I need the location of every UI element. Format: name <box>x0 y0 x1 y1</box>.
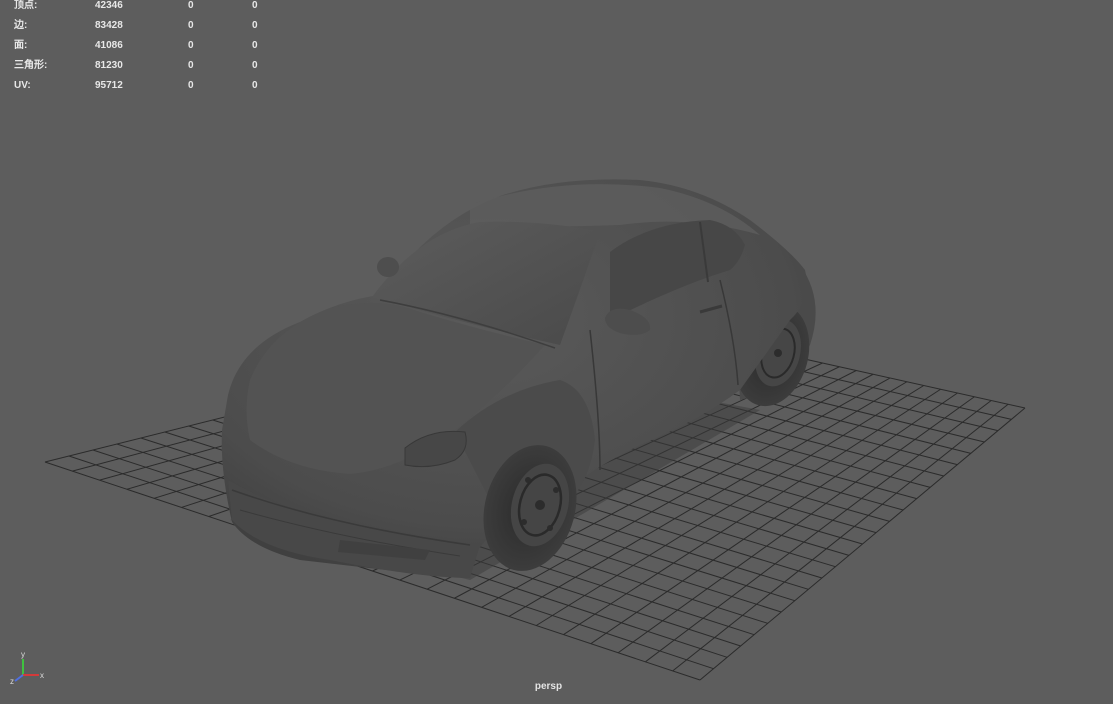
x-axis-label: x <box>40 671 44 680</box>
hud-row-triangles: 三角形: 81230 0 0 <box>14 60 274 80</box>
y-axis-label: y <box>21 651 25 659</box>
3d-viewport[interactable]: 顶点: 42346 0 0 边: 83428 0 0 面: 41086 0 0 … <box>0 0 1113 700</box>
hud-label: UV: <box>14 80 31 91</box>
hud-selected-2: 0 <box>252 20 258 31</box>
hud-total: 42346 <box>95 0 123 11</box>
hud-selected: 0 <box>188 0 194 11</box>
hud-selected-2: 0 <box>252 80 258 91</box>
grid-line <box>699 407 1026 681</box>
hud-label: 边: <box>14 20 28 31</box>
poly-count-hud: 顶点: 42346 0 0 边: 83428 0 0 面: 41086 0 0 … <box>14 0 274 100</box>
hud-total: 83428 <box>95 20 123 31</box>
hud-selected: 0 <box>188 20 194 31</box>
hud-selected: 0 <box>188 40 194 51</box>
hud-selected: 0 <box>188 60 194 71</box>
hud-row-edges: 边: 83428 0 0 <box>14 20 274 40</box>
hud-selected-2: 0 <box>252 60 258 71</box>
hud-total: 81230 <box>95 60 123 71</box>
grid-line <box>672 403 1009 672</box>
hud-total: 95712 <box>95 80 123 91</box>
hud-selected-2: 0 <box>252 40 258 51</box>
hud-row-faces: 面: 41086 0 0 <box>14 40 274 60</box>
hud-label: 三角形: <box>14 60 48 71</box>
viewport-canvas[interactable] <box>0 0 1113 700</box>
hud-selected: 0 <box>188 80 194 91</box>
hud-total: 41086 <box>95 40 123 51</box>
axis-gizmo: y x z <box>10 651 44 685</box>
hud-row-uvs: UV: 95712 0 0 <box>14 80 274 100</box>
camera-label: persp <box>534 681 563 692</box>
hud-row-vertices: 顶点: 42346 0 0 <box>14 0 274 20</box>
hud-selected-2: 0 <box>252 0 258 11</box>
hud-label: 面: <box>14 40 28 51</box>
hud-label: 顶点: <box>14 0 38 11</box>
side-mirror-left <box>377 257 399 277</box>
car-model[interactable] <box>221 179 821 581</box>
